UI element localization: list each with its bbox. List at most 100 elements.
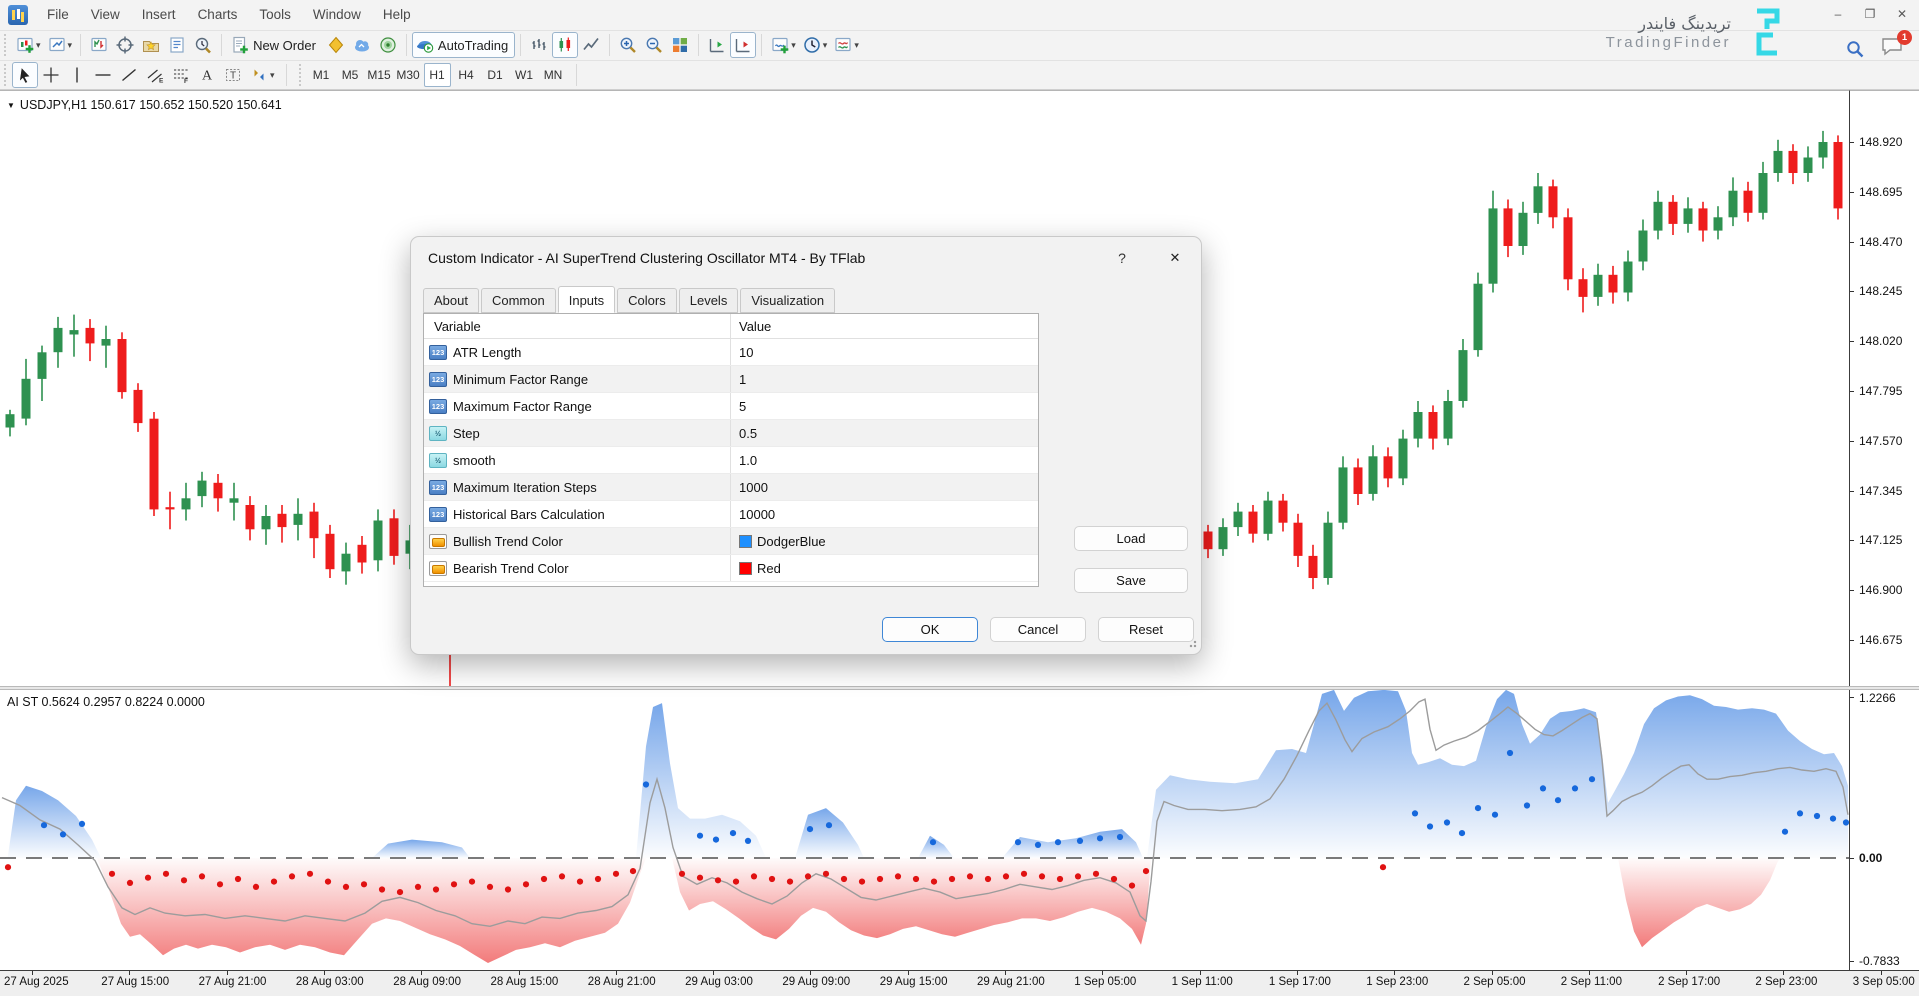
crosshair-tool[interactable] bbox=[38, 62, 64, 88]
table-row[interactable]: Bullish Trend ColorDodgerBlue bbox=[424, 528, 1038, 555]
value-cell[interactable]: 10000 bbox=[730, 501, 1038, 527]
timeframe-m5[interactable]: M5 bbox=[337, 63, 364, 87]
tab-inputs[interactable]: Inputs bbox=[558, 286, 615, 313]
vertical-line-tool[interactable] bbox=[64, 62, 90, 88]
toolbar-grip[interactable] bbox=[297, 64, 304, 86]
table-row[interactable]: 123ATR Length10 bbox=[424, 339, 1038, 366]
value-cell[interactable]: 0.5 bbox=[730, 420, 1038, 446]
value-cell[interactable]: 1.0 bbox=[730, 447, 1038, 473]
tab-common[interactable]: Common bbox=[481, 288, 556, 313]
chevron-down-icon[interactable]: ▾ bbox=[854, 40, 859, 51]
restore-button[interactable]: ❐ bbox=[1861, 6, 1879, 22]
tab-levels[interactable]: Levels bbox=[679, 288, 739, 313]
navigator-button[interactable] bbox=[138, 32, 164, 58]
tab-visualization[interactable]: Visualization bbox=[740, 288, 835, 313]
chat-button[interactable]: 1 bbox=[1881, 36, 1905, 61]
arrows-tool[interactable]: ▾ bbox=[246, 62, 278, 88]
horizontal-line-tool[interactable] bbox=[90, 62, 116, 88]
load-button[interactable]: Load bbox=[1074, 526, 1188, 551]
menu-window[interactable]: Window bbox=[302, 0, 372, 30]
line-chart-button[interactable] bbox=[578, 32, 604, 58]
profiles-button[interactable]: ▾ bbox=[44, 32, 76, 58]
minimize-button[interactable]: – bbox=[1829, 6, 1847, 22]
timeframe-d1[interactable]: D1 bbox=[482, 63, 509, 87]
chevron-down-icon[interactable]: ▾ bbox=[791, 40, 796, 51]
value-cell[interactable]: Red bbox=[730, 555, 1038, 581]
menu-charts[interactable]: Charts bbox=[187, 0, 249, 30]
close-button[interactable]: ✕ bbox=[1893, 6, 1911, 22]
timeframe-m30[interactable]: M30 bbox=[395, 63, 422, 87]
timeframe-m15[interactable]: M15 bbox=[366, 63, 393, 87]
timeframe-h1[interactable]: H1 bbox=[424, 63, 451, 87]
equidistant-channel-tool[interactable]: E bbox=[142, 62, 168, 88]
table-row[interactable]: ½smooth1.0 bbox=[424, 447, 1038, 474]
candlestick-chart-button[interactable] bbox=[552, 32, 578, 58]
value-cell[interactable]: 1 bbox=[730, 366, 1038, 392]
value-cell[interactable]: 10 bbox=[730, 339, 1038, 365]
strategy-tester-button[interactable] bbox=[190, 32, 216, 58]
table-row[interactable]: Bearish Trend ColorRed bbox=[424, 555, 1038, 582]
cancel-button[interactable]: Cancel bbox=[990, 617, 1086, 642]
table-row[interactable]: 123Maximum Iteration Steps1000 bbox=[424, 474, 1038, 501]
dialog-title[interactable]: Custom Indicator - AI SuperTrend Cluster… bbox=[428, 250, 865, 266]
bar-chart-button[interactable] bbox=[526, 32, 552, 58]
time-label: 1 Sep 05:00 bbox=[1074, 976, 1136, 988]
chevron-down-icon[interactable]: ▾ bbox=[68, 40, 73, 51]
toolbar-grip[interactable] bbox=[2, 64, 9, 86]
tab-about[interactable]: About bbox=[423, 288, 479, 313]
text-label-tool[interactable]: T bbox=[220, 62, 246, 88]
value-cell[interactable]: 1000 bbox=[730, 474, 1038, 500]
table-row[interactable]: 123Historical Bars Calculation10000 bbox=[424, 501, 1038, 528]
table-row[interactable]: 123Minimum Factor Range1 bbox=[424, 366, 1038, 393]
metaquotes-button[interactable] bbox=[349, 32, 375, 58]
timeframe-m1[interactable]: M1 bbox=[308, 63, 335, 87]
chart-shift-button[interactable] bbox=[730, 32, 756, 58]
symbol-dropdown-icon[interactable]: ▼ bbox=[7, 101, 15, 110]
dialog-help-button[interactable]: ? bbox=[1111, 247, 1133, 269]
window-splitter[interactable] bbox=[0, 686, 1919, 690]
chevron-down-icon[interactable]: ▾ bbox=[270, 70, 275, 81]
fibonacci-tool[interactable]: F bbox=[168, 62, 194, 88]
timeframe-h4[interactable]: H4 bbox=[453, 63, 480, 87]
table-row[interactable]: ½Step0.5 bbox=[424, 420, 1038, 447]
text-tool[interactable]: A bbox=[194, 62, 220, 88]
value-cell[interactable]: DodgerBlue bbox=[730, 528, 1038, 554]
toolbar-grip[interactable] bbox=[2, 34, 9, 56]
timeframe-mn[interactable]: MN bbox=[540, 63, 567, 87]
reset-button[interactable]: Reset bbox=[1098, 617, 1194, 642]
tile-windows-button[interactable] bbox=[667, 32, 693, 58]
market-watch-button[interactable] bbox=[86, 32, 112, 58]
chevron-down-icon[interactable]: ▾ bbox=[36, 40, 41, 51]
cursor-tool[interactable] bbox=[12, 62, 38, 88]
new-chart-button[interactable]: ▾ bbox=[12, 32, 44, 58]
menu-help[interactable]: Help bbox=[372, 0, 422, 30]
data-window-button[interactable] bbox=[112, 32, 138, 58]
menu-view[interactable]: View bbox=[80, 0, 131, 30]
ok-button[interactable]: OK bbox=[882, 617, 978, 642]
zoom-out-button[interactable] bbox=[641, 32, 667, 58]
table-row[interactable]: 123Maximum Factor Range5 bbox=[424, 393, 1038, 420]
save-button[interactable]: Save bbox=[1074, 568, 1188, 593]
autotrading-button[interactable]: AutoTrading bbox=[412, 32, 515, 58]
periods-button[interactable]: ▾ bbox=[799, 32, 831, 58]
indicators-button[interactable]: ▾ bbox=[767, 32, 799, 58]
menu-file[interactable]: File bbox=[36, 0, 80, 30]
indicator-canvas[interactable]: AI ST 0.5624 0.2957 0.8224 0.0000 bbox=[0, 690, 1849, 970]
trendline-tool[interactable] bbox=[116, 62, 142, 88]
terminal-button[interactable] bbox=[164, 32, 190, 58]
dialog-resize-grip[interactable] bbox=[1189, 640, 1197, 648]
new-order-button[interactable]: New Order bbox=[227, 32, 323, 58]
menu-insert[interactable]: Insert bbox=[131, 0, 187, 30]
value-cell[interactable]: 5 bbox=[730, 393, 1038, 419]
metaeditor-button[interactable] bbox=[323, 32, 349, 58]
alerts-button[interactable] bbox=[375, 32, 401, 58]
menu-tools[interactable]: Tools bbox=[248, 0, 302, 30]
chevron-down-icon[interactable]: ▾ bbox=[823, 40, 828, 51]
tab-colors[interactable]: Colors bbox=[617, 288, 677, 313]
dialog-close-button[interactable]: ✕ bbox=[1163, 247, 1187, 269]
zoom-in-button[interactable] bbox=[615, 32, 641, 58]
auto-scroll-button[interactable] bbox=[704, 32, 730, 58]
timeframe-w1[interactable]: W1 bbox=[511, 63, 538, 87]
search-icon[interactable] bbox=[1845, 39, 1865, 59]
templates-button[interactable]: ▾ bbox=[830, 32, 862, 58]
